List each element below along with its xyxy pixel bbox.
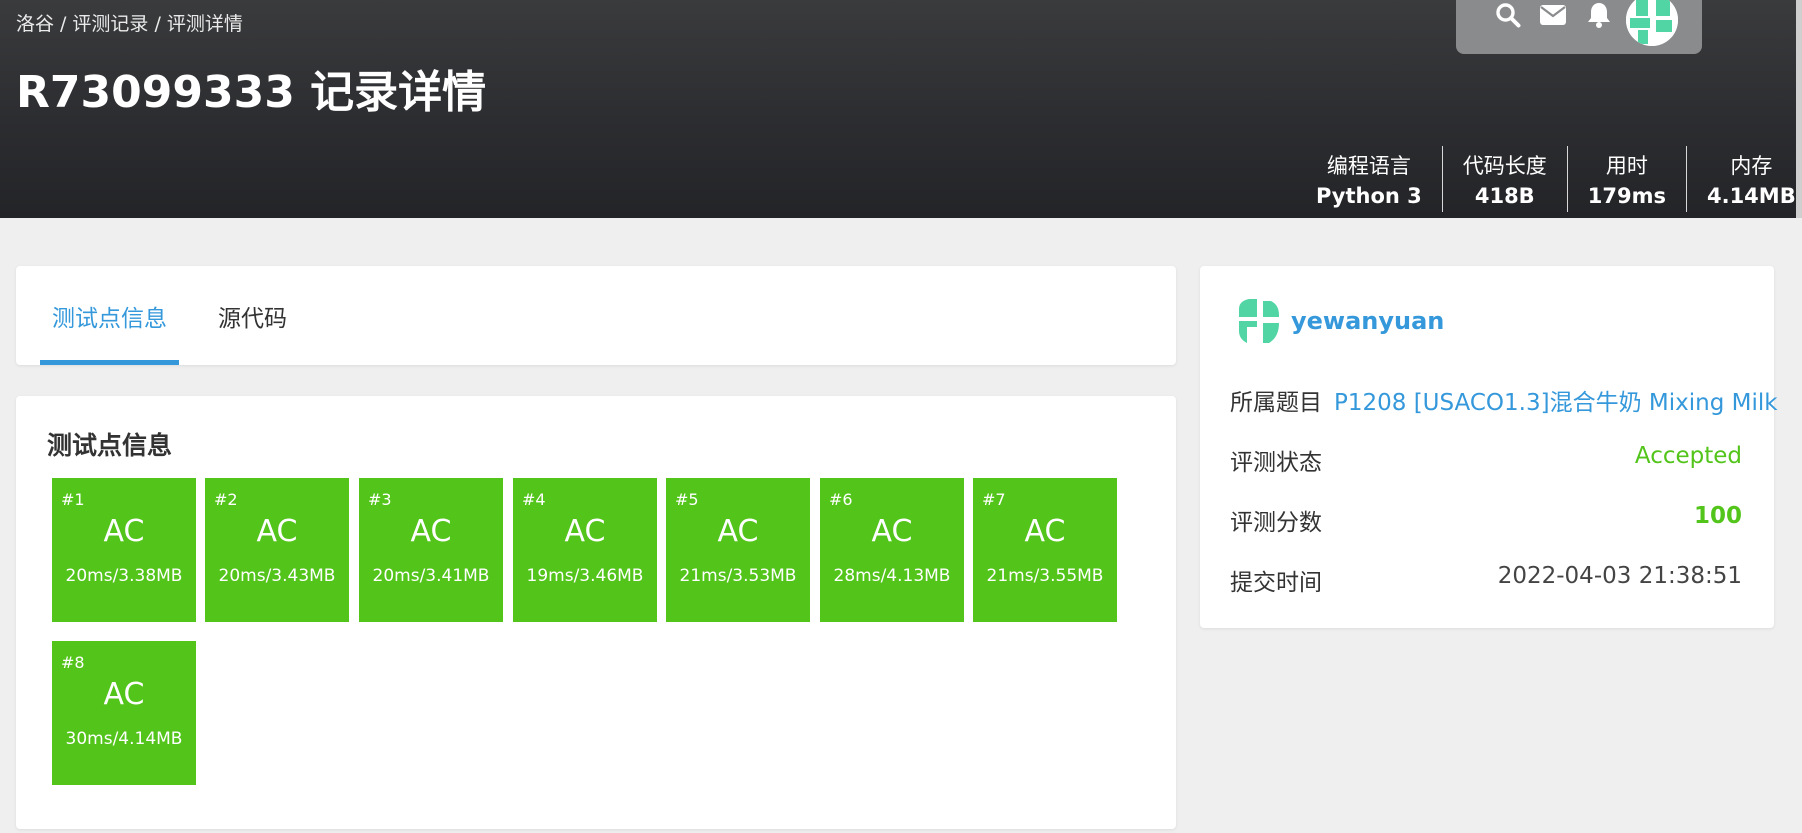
stat-memory: 内存 4.14MB [1685, 146, 1802, 212]
testcase-number: #5 [675, 490, 699, 509]
submit-time: 2022-04-03 21:38:51 [1497, 563, 1742, 589]
problem-link[interactable]: P1208 [USACO1.3]混合牛奶 Mixing Milk [1334, 383, 1778, 417]
score-value: 100 [1693, 503, 1742, 529]
info-row-submit-time: 提交时间 2022-04-03 21:38:51 [1230, 563, 1742, 596]
testcase-block[interactable]: #2 AC 20ms/3.43MB [205, 478, 349, 622]
testcase-status: AC [256, 514, 298, 549]
search-icon[interactable] [1493, 0, 1523, 30]
tabs-card: 测试点信息 源代码 [16, 266, 1176, 365]
testcase-status: AC [103, 514, 145, 549]
stat-time: 用时 179ms [1566, 146, 1686, 212]
testcase-time-memory: 28ms/4.13MB [833, 566, 951, 586]
testcase-block[interactable]: #5 AC 21ms/3.53MB [666, 478, 810, 622]
stat-label: 用时 [1605, 154, 1648, 178]
info-row-problem: 所属题目 P1208 [USACO1.3]混合牛奶 Mixing Milk [1230, 383, 1778, 416]
info-label: 评测状态 [1230, 450, 1322, 476]
info-row-status: 评测状态 Accepted [1230, 443, 1742, 476]
testcase-block[interactable]: #4 AC 19ms/3.46MB [513, 478, 657, 622]
testcase-status: AC [564, 514, 606, 549]
testcase-block[interactable]: #7 AC 21ms/3.55MB [973, 478, 1117, 622]
bell-icon[interactable] [1584, 0, 1614, 30]
stat-label: 编程语言 [1326, 154, 1411, 178]
info-label: 提交时间 [1230, 570, 1322, 596]
breadcrumb-current: 评测详情 [166, 13, 243, 35]
testcase-number: #4 [522, 490, 546, 509]
breadcrumb-records[interactable]: 评测记录 [72, 13, 148, 35]
info-label: 所属题目 [1230, 390, 1322, 416]
testcases-card: 测试点信息 #1 AC 20ms/3.38MB #2 AC 20ms/3.43M… [16, 396, 1176, 829]
status-badge: Accepted [1634, 443, 1742, 469]
testcase-time-memory: 21ms/3.55MB [986, 566, 1104, 586]
tab-testcases[interactable]: 测试点信息 [40, 266, 179, 365]
testcase-block[interactable]: #1 AC 20ms/3.38MB [52, 478, 196, 622]
testcase-number: #3 [368, 490, 392, 509]
breadcrumb-separator: / [60, 13, 67, 35]
testcase-block[interactable]: #8 AC 30ms/4.14MB [52, 641, 196, 785]
testcase-number: #7 [982, 490, 1006, 509]
user-nav [1456, 0, 1702, 54]
mail-icon[interactable] [1538, 0, 1568, 30]
testcase-status: AC [103, 677, 145, 712]
testcase-time-memory: 20ms/3.38MB [65, 566, 183, 586]
info-row-score: 评测分数 100 [1230, 503, 1742, 536]
testcase-number: #1 [61, 490, 85, 509]
stat-value: 179ms [1587, 184, 1666, 208]
testcase-block[interactable]: #6 AC 28ms/4.13MB [820, 478, 964, 622]
stat-code-length: 代码长度 418B [1441, 146, 1567, 212]
record-info-card: yewanyuan 所属题目 P1208 [USACO1.3]混合牛奶 Mixi… [1200, 266, 1778, 628]
stat-language: 编程语言 Python 3 [1296, 146, 1442, 212]
testcase-number: #6 [829, 490, 853, 509]
avatar[interactable] [1626, 0, 1678, 46]
testcase-number: #2 [214, 490, 238, 509]
tab-source-code[interactable]: 源代码 [206, 266, 299, 365]
testcase-time-memory: 30ms/4.14MB [65, 729, 183, 749]
stat-value: Python 3 [1316, 184, 1422, 208]
testcase-time-memory: 20ms/3.43MB [218, 566, 336, 586]
section-title: 测试点信息 [47, 431, 173, 460]
stat-label: 内存 [1730, 154, 1773, 178]
breadcrumb-separator: / [154, 13, 161, 35]
testcase-status: AC [871, 514, 913, 549]
scrollbar[interactable] [1796, 0, 1802, 218]
page-title: R73099333 记录详情 [16, 67, 487, 118]
testcase-time-memory: 21ms/3.53MB [679, 566, 797, 586]
page-header: 洛谷 / 评测记录 / 评测详情 R73099333 记录详情 编程语言 Pytho [0, 0, 1802, 218]
info-label: 评测分数 [1230, 510, 1322, 536]
breadcrumb-home[interactable]: 洛谷 [16, 13, 54, 35]
stat-value: 4.14MB [1706, 184, 1796, 208]
testcase-status: AC [717, 514, 759, 549]
username-link[interactable]: yewanyuan [1291, 307, 1444, 335]
testcase-number: #8 [61, 653, 85, 672]
stat-label: 代码长度 [1462, 154, 1547, 178]
breadcrumb: 洛谷 / 评测记录 / 评测详情 [16, 9, 243, 36]
testcase-status: AC [410, 514, 452, 549]
stat-value: 418B [1474, 184, 1535, 208]
testcase-block[interactable]: #3 AC 20ms/3.41MB [359, 478, 503, 622]
testcase-status: AC [1024, 514, 1066, 549]
user-avatar-icon[interactable] [1235, 297, 1283, 345]
submission-stats: 编程语言 Python 3 代码长度 418B 用时 179ms 内存 4.14… [1296, 146, 1802, 212]
testcase-time-memory: 19ms/3.46MB [526, 566, 644, 586]
testcase-time-memory: 20ms/3.41MB [372, 566, 490, 586]
